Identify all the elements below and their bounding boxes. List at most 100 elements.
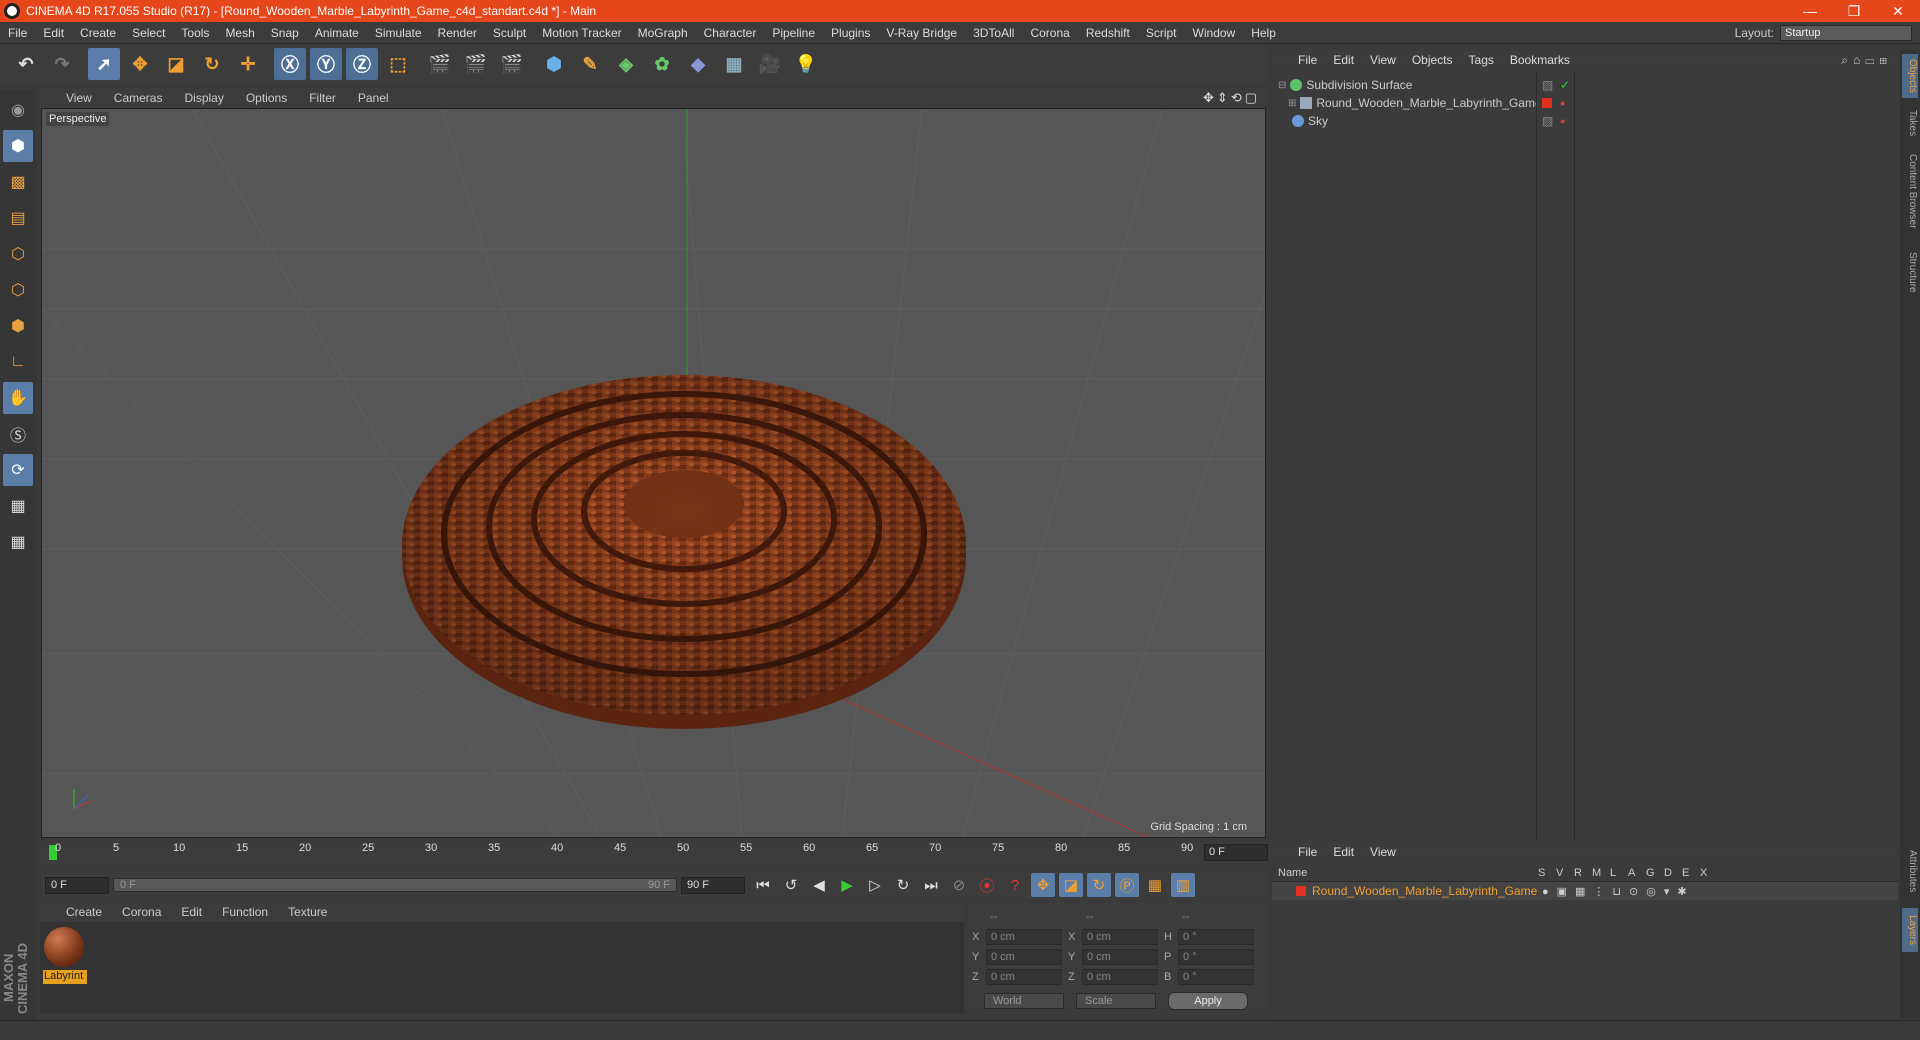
menu-simulate[interactable]: Simulate <box>367 26 430 40</box>
enabled-check-icon[interactable]: ✓ <box>1560 78 1570 92</box>
object-menu-edit[interactable]: Edit <box>1325 53 1362 67</box>
menu-3dtoall[interactable]: 3DToAll <box>965 26 1022 40</box>
start-frame-field[interactable]: 0 F <box>45 876 109 894</box>
current-frame-field[interactable]: 0 F <box>1204 844 1268 861</box>
visibility-dots-icon[interactable]: ● <box>1560 98 1565 108</box>
material-menu-texture[interactable]: Texture <box>278 905 337 919</box>
menu-sculpt[interactable]: Sculpt <box>485 26 534 40</box>
make-editable-icon[interactable]: ◉ <box>3 94 33 126</box>
model-mode-icon[interactable]: ⬢ <box>3 130 33 162</box>
previous-key-icon[interactable]: ↺ <box>779 873 803 897</box>
play-icon[interactable]: ▶ <box>835 873 859 897</box>
polygons-mode-icon[interactable]: ⬢ <box>3 310 33 342</box>
points-mode-icon[interactable]: ⬡ <box>3 238 33 270</box>
transform-mode-dropdown[interactable]: Scale <box>1076 993 1156 1009</box>
object-menu-bookmarks[interactable]: Bookmarks <box>1502 53 1578 67</box>
record-keys-icon[interactable]: ⦿ <box>975 873 999 897</box>
go-to-start-icon[interactable]: ⏮ <box>751 873 775 897</box>
object-row[interactable]: ⊟ Subdivision Surface ▨ ✓ <box>1272 76 1898 94</box>
tab-objects[interactable]: Objects <box>1902 54 1918 98</box>
material-menu-create[interactable]: Create <box>56 905 112 919</box>
restore-button[interactable]: ❐ <box>1832 0 1876 22</box>
layer-menu-edit[interactable]: Edit <box>1325 845 1362 859</box>
menu-animate[interactable]: Animate <box>307 26 367 40</box>
size-x-field[interactable]: 0 cm <box>1082 929 1158 945</box>
object-menu-file[interactable]: File <box>1290 53 1325 67</box>
timeline-ruler[interactable]: 0 5 10 15 20 25 30 35 40 45 50 55 60 65 … <box>41 842 1268 864</box>
end-frame-field[interactable]: 90 F <box>681 876 745 894</box>
menu-vray-bridge[interactable]: V-Ray Bridge <box>878 26 965 40</box>
pen-spline-icon[interactable]: ✎ <box>574 48 606 80</box>
viewport-menu-display[interactable]: Display <box>174 91 235 105</box>
next-frame-icon[interactable]: ▷ <box>863 873 887 897</box>
snapping-icon[interactable]: ⟳ <box>3 454 33 486</box>
next-key-icon[interactable]: ↻ <box>891 873 915 897</box>
collapse-icon[interactable]: ⊟ <box>1278 80 1286 91</box>
autokey-icon[interactable]: ? <box>1003 873 1027 897</box>
render-picture-viewer-icon[interactable]: 🎬 <box>460 48 492 80</box>
menu-corona[interactable]: Corona <box>1022 26 1077 40</box>
tab-structure[interactable]: Structure <box>1902 244 1918 300</box>
scale-icon[interactable]: ◪ <box>160 48 192 80</box>
menu-plugins[interactable]: Plugins <box>823 26 878 40</box>
rotation-p-field[interactable]: 0 ° <box>1178 949 1254 965</box>
rotate-icon[interactable]: ↻ <box>196 48 228 80</box>
key-rotation-icon[interactable]: ↻ <box>1087 873 1111 897</box>
object-menu-view[interactable]: View <box>1362 53 1404 67</box>
material-menu-function[interactable]: Function <box>212 905 278 919</box>
key-point-level-icon[interactable]: ▦ <box>1143 873 1167 897</box>
preview-range-slider[interactable]: 0 F 90 F <box>113 878 677 892</box>
x-axis-lock-icon[interactable]: Ⓧ <box>274 48 306 80</box>
camera-icon[interactable]: 🎥 <box>754 48 786 80</box>
move-icon[interactable]: ✥ <box>124 48 156 80</box>
previous-frame-icon[interactable]: ◀ <box>807 873 831 897</box>
edges-mode-icon[interactable]: ⬡ <box>3 274 33 306</box>
viewport-navigation-icons[interactable]: ✥⇕⟲▢ <box>1203 90 1266 106</box>
solo-mode-icon[interactable]: Ⓢ <box>3 418 33 450</box>
minimize-button[interactable]: — <box>1788 0 1832 22</box>
object-menu-tags[interactable]: Tags <box>1461 53 1502 67</box>
light-icon[interactable]: 💡 <box>790 48 822 80</box>
coordinate-system-icon[interactable]: ⬚ <box>382 48 414 80</box>
menu-mesh[interactable]: Mesh <box>217 26 262 40</box>
menu-motion-tracker[interactable]: Motion Tracker <box>534 26 629 40</box>
render-view-icon[interactable]: 🎬 <box>424 48 456 80</box>
subdivision-surface-icon[interactable]: ◈ <box>610 48 642 80</box>
object-name[interactable]: Sky <box>1308 114 1528 128</box>
labyrinth-model[interactable] <box>402 375 966 729</box>
layer-menu-view[interactable]: View <box>1362 845 1404 859</box>
tab-takes[interactable]: Takes <box>1902 106 1918 140</box>
workplane-mode-icon[interactable]: ▤ <box>3 202 33 234</box>
menu-script[interactable]: Script <box>1138 26 1185 40</box>
key-scale-icon[interactable]: ◪ <box>1059 873 1083 897</box>
menu-tools[interactable]: Tools <box>173 26 217 40</box>
transform-icon[interactable]: ✛ <box>232 48 264 80</box>
visibility-dots-icon[interactable]: ● <box>1560 116 1565 126</box>
layer-color-swatch[interactable] <box>1542 98 1552 108</box>
object-manager-search-icon[interactable]: ⌕⌂▭⊞ <box>1841 53 1898 68</box>
live-selection-icon[interactable]: ➚ <box>88 48 120 80</box>
object-name[interactable]: Round_Wooden_Marble_Labyrinth_Game <box>1316 96 1536 110</box>
menu-mograph[interactable]: MoGraph <box>630 26 696 40</box>
motion-path-icon[interactable]: ⊘ <box>947 873 971 897</box>
size-y-field[interactable]: 0 cm <box>1082 949 1158 965</box>
undo-icon[interactable]: ↶ <box>10 48 42 80</box>
position-y-field[interactable]: 0 cm <box>986 949 1062 965</box>
floor-icon[interactable]: ▦ <box>718 48 750 80</box>
perspective-viewport[interactable]: Perspective Grid Spacing : 1 cm <box>41 108 1266 838</box>
viewport-menu-panel[interactable]: Panel <box>348 91 401 105</box>
apply-button[interactable]: Apply <box>1168 992 1248 1010</box>
material-menu-corona[interactable]: Corona <box>112 905 171 919</box>
menu-help[interactable]: Help <box>1243 26 1284 40</box>
layer-color-swatch[interactable] <box>1296 886 1306 896</box>
material-menu-edit[interactable]: Edit <box>171 905 212 919</box>
tab-attributes[interactable]: Attributes <box>1902 840 1918 902</box>
cloner-icon[interactable]: ✿ <box>646 48 678 80</box>
visibility-dots-icon[interactable]: ▨ <box>1542 114 1553 128</box>
texture-mode-icon[interactable]: ▩ <box>3 166 33 198</box>
timeline-window-icon[interactable]: ▥ <box>1171 873 1195 897</box>
object-row[interactable]: ⊞ Round_Wooden_Marble_Labyrinth_Game ● <box>1272 94 1898 112</box>
layer-menu-file[interactable]: File <box>1290 845 1325 859</box>
menu-window[interactable]: Window <box>1185 26 1244 40</box>
planar-workplane-icon[interactable]: ▦ <box>3 526 33 558</box>
